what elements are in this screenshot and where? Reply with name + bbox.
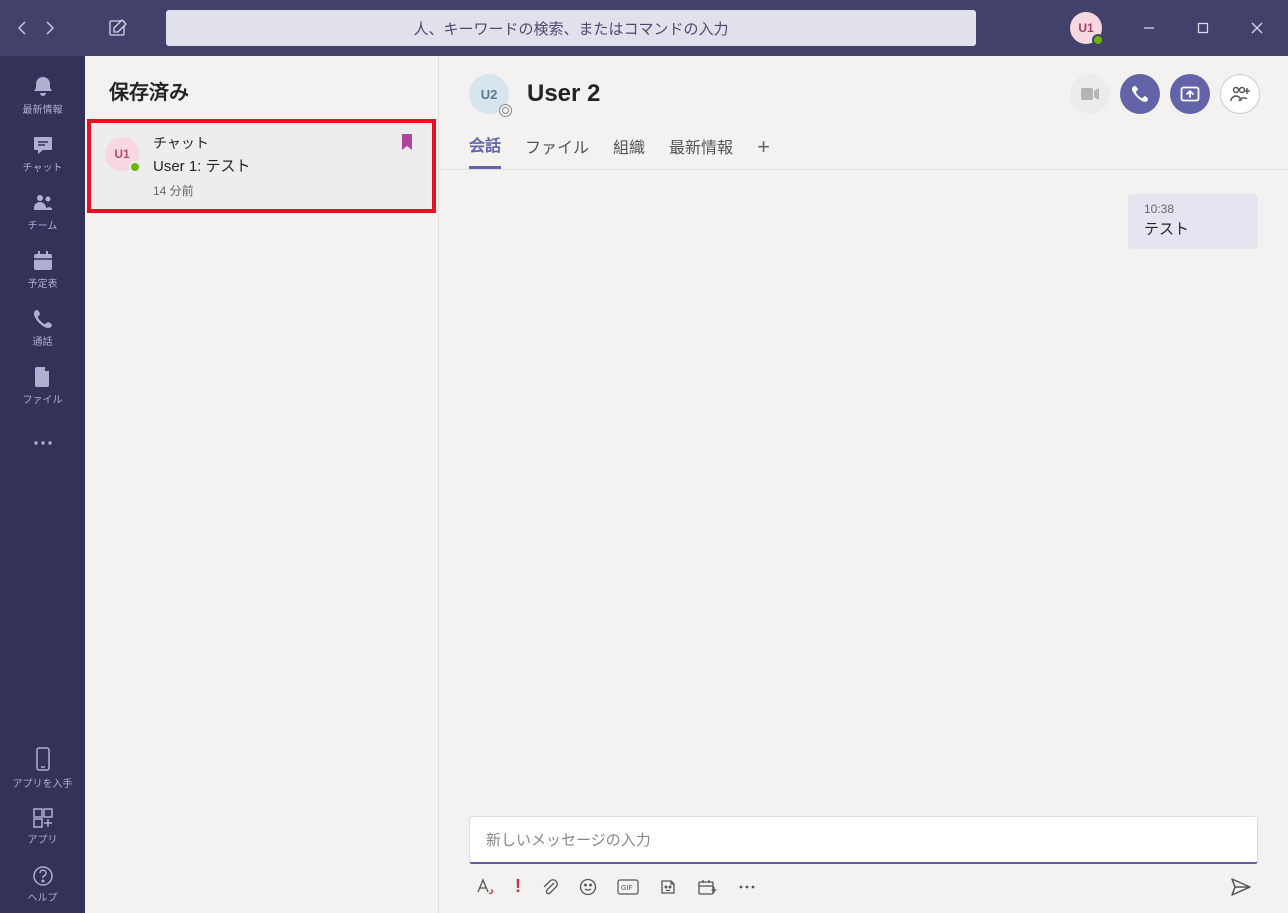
tab-conversation[interactable]: 会話 bbox=[469, 132, 501, 169]
back-button[interactable] bbox=[8, 12, 36, 44]
tab-organization[interactable]: 組織 bbox=[613, 134, 645, 168]
close-button[interactable] bbox=[1234, 8, 1280, 48]
compose-area: 新しいメッセージの入力 ! GIF bbox=[439, 816, 1288, 913]
saved-item[interactable]: U1 チャット User 1: テスト 14 分前 bbox=[87, 119, 436, 213]
video-call-button[interactable] bbox=[1070, 74, 1110, 114]
gif-icon[interactable]: GIF bbox=[617, 879, 639, 895]
rail-label: 通話 bbox=[33, 333, 53, 348]
saved-panel: 保存済み U1 チャット User 1: テスト 14 分前 bbox=[85, 56, 439, 913]
presence-available-icon bbox=[129, 161, 141, 173]
rail-label: アプリ bbox=[28, 831, 58, 846]
titlebar: 人、キーワードの検索、またはコマンドの入力 U1 bbox=[0, 0, 1288, 56]
chat-pane: U2 User 2 会話 ファイル 組織 最新情報 + 10:38 テスト 新し… bbox=[439, 56, 1288, 913]
minimize-button[interactable] bbox=[1126, 8, 1172, 48]
rail-files[interactable]: ファイル bbox=[0, 356, 85, 414]
chat-peer-avatar[interactable]: U2 bbox=[469, 74, 509, 114]
new-message-button[interactable] bbox=[98, 8, 138, 48]
saved-item-time: 14 分前 bbox=[153, 182, 414, 199]
rail-activity[interactable]: 最新情報 bbox=[0, 66, 85, 124]
rail-chat[interactable]: チャット bbox=[0, 124, 85, 182]
priority-icon[interactable]: ! bbox=[515, 876, 521, 897]
maximize-button[interactable] bbox=[1180, 8, 1226, 48]
rail-apps[interactable]: アプリ bbox=[0, 797, 85, 855]
rail-label: ヘルプ bbox=[28, 889, 58, 904]
rail-label: チーム bbox=[28, 217, 58, 232]
message-time: 10:38 bbox=[1144, 202, 1242, 216]
saved-item-avatar: U1 bbox=[105, 137, 139, 171]
bookmark-icon bbox=[400, 133, 414, 151]
sticker-icon[interactable] bbox=[659, 878, 677, 896]
rail-label: 最新情報 bbox=[23, 101, 63, 116]
rail-calendar[interactable]: 予定表 bbox=[0, 240, 85, 298]
meet-now-icon[interactable] bbox=[697, 878, 717, 896]
panel-title: 保存済み bbox=[85, 56, 438, 119]
presence-offline-icon bbox=[499, 104, 512, 117]
presence-available-icon bbox=[1092, 34, 1104, 46]
message-out[interactable]: 10:38 テスト bbox=[1128, 194, 1258, 249]
saved-item-title: チャット bbox=[153, 133, 414, 153]
rail-get-apps[interactable]: アプリを入手 bbox=[0, 739, 85, 797]
compose-toolbar: ! GIF bbox=[469, 864, 1258, 897]
add-people-button[interactable] bbox=[1220, 74, 1260, 114]
rail-calls[interactable]: 通話 bbox=[0, 298, 85, 356]
avatar-initials: U1 bbox=[1078, 21, 1093, 35]
audio-call-button[interactable] bbox=[1120, 74, 1160, 114]
chat-tabs: 会話 ファイル 組織 最新情報 + bbox=[439, 114, 1288, 170]
compose-input[interactable]: 新しいメッセージの入力 bbox=[469, 816, 1258, 864]
tab-files[interactable]: ファイル bbox=[525, 134, 589, 168]
rail-help[interactable]: ヘルプ bbox=[0, 855, 85, 913]
avatar-initials: U2 bbox=[481, 87, 498, 102]
avatar-initials: U1 bbox=[114, 147, 129, 161]
rail-label: アプリを入手 bbox=[13, 775, 73, 790]
rail-label: ファイル bbox=[23, 391, 63, 406]
send-button[interactable] bbox=[1230, 877, 1252, 897]
message-text: テスト bbox=[1144, 218, 1242, 239]
rail-teams[interactable]: チーム bbox=[0, 182, 85, 240]
screen-share-button[interactable] bbox=[1170, 74, 1210, 114]
chat-header: U2 User 2 bbox=[439, 56, 1288, 114]
emoji-icon[interactable] bbox=[579, 878, 597, 896]
add-tab-button[interactable]: + bbox=[757, 134, 770, 168]
tab-activity[interactable]: 最新情報 bbox=[669, 134, 733, 168]
attach-icon[interactable] bbox=[541, 878, 559, 896]
current-user-avatar[interactable]: U1 bbox=[1070, 12, 1102, 44]
chat-peer-name: User 2 bbox=[527, 80, 600, 108]
saved-item-preview: User 1: テスト bbox=[153, 155, 414, 176]
message-list: 10:38 テスト bbox=[439, 170, 1288, 816]
search-input[interactable]: 人、キーワードの検索、またはコマンドの入力 bbox=[166, 10, 976, 46]
more-icon[interactable] bbox=[737, 884, 757, 890]
rail-more[interactable] bbox=[0, 414, 85, 472]
rail-label: チャット bbox=[23, 159, 63, 174]
app-rail: 最新情報 チャット チーム 予定表 通話 ファイル アプリを入手 アプリ ヘルプ bbox=[0, 56, 85, 913]
forward-button[interactable] bbox=[36, 12, 64, 44]
format-icon[interactable] bbox=[475, 878, 495, 896]
svg-text:GIF: GIF bbox=[621, 885, 633, 892]
rail-label: 予定表 bbox=[28, 275, 58, 290]
